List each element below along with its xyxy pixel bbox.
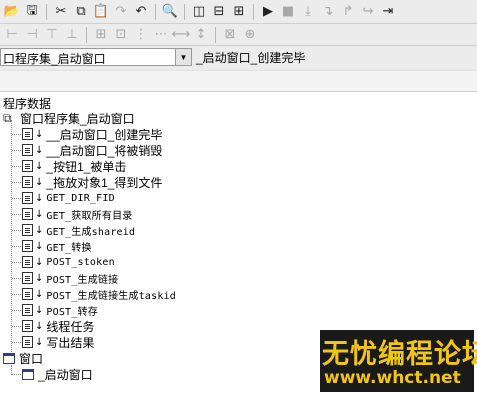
chevron-down-icon[interactable]: ▼ (175, 49, 191, 65)
subroutine-icon (22, 224, 33, 236)
center-vertical-icon[interactable]: ⊡ (111, 25, 131, 45)
subroutine-item[interactable]: ↓ _按钮1_被单击 (12, 158, 126, 174)
space-horizontal-icon[interactable]: ⋮ (131, 25, 151, 45)
redo-icon[interactable]: ↷ (111, 2, 131, 22)
subroutine-icon (22, 192, 33, 204)
subroutine-label: GET_DIR_FID (46, 192, 115, 204)
toolbar-separator (215, 26, 216, 43)
subroutine-item[interactable]: ↓ __启动窗口_创建完毕 (12, 126, 162, 142)
undo-icon[interactable]: ↶ (131, 2, 151, 22)
subroutine-icon (22, 240, 33, 252)
same-height-icon[interactable]: ↕ (191, 25, 211, 45)
space-vertical-icon[interactable]: ⋯ (151, 25, 171, 45)
watermark-url: www.whct.net (324, 368, 461, 388)
toolbar-separator (155, 3, 156, 20)
subroutine-label: _按钮1_被单击 (46, 159, 127, 174)
subroutine-item[interactable]: ↓ GET_DIR_FID (12, 190, 115, 206)
step-over-icon[interactable]: ↪ (358, 2, 378, 22)
align-top-icon[interactable]: ⊤ (42, 25, 62, 45)
main-toolbar: 📂 🖫 ✂ ⧉ 📋 ↷ ↶ 🔍 ◫ ⊟ ⊞ ▶ ■ ⤓ ↴ ↱ ↪ ⇥ (0, 0, 477, 24)
align-bottom-icon[interactable]: ⊥ (62, 25, 82, 45)
subroutine-icon (22, 336, 33, 348)
subroutine-label: __启动窗口_将被销毁 (46, 143, 163, 158)
subroutine-icon (22, 160, 33, 172)
window-list-icon[interactable]: ⊞ (229, 2, 249, 22)
subroutine-item[interactable]: ↓ __启动窗口_将被销毁 (12, 142, 162, 158)
alignment-toolbar: ⊢ ⊣ ⊤ ⊥ ⊞ ⊡ ⋮ ⋯ ⟷ ↕ ⊠ ⊕ (0, 24, 477, 46)
subroutine-icon (22, 208, 33, 220)
subroutine-label: 写出结果 (46, 335, 95, 350)
subroutine-label: _拖放对象1_得到文件 (46, 175, 163, 190)
subroutine-item[interactable]: ↓ 写出结果 (12, 334, 94, 350)
subroutine-icon (22, 128, 33, 140)
code-selector-bar: 口程序集_启动窗口 ▼ _启动窗口_创建完毕 (0, 46, 477, 70)
subroutine-label: GET_转换 (46, 242, 92, 254)
step-icon[interactable]: ⤓ (298, 2, 318, 22)
save-icon[interactable]: 🖫 (22, 2, 42, 22)
window-icon (3, 352, 15, 364)
copy-icon[interactable]: ⧉ (71, 2, 91, 22)
assembly-dropdown-value: 口程序集_启动窗口 (3, 52, 106, 66)
subroutine-icon (22, 144, 33, 156)
step-into-icon[interactable]: ↴ (318, 2, 338, 22)
subroutine-label: __启动窗口_创建完毕 (46, 127, 163, 142)
layout-icon[interactable]: ◫ (189, 2, 209, 22)
assembly-icon: ⧉ (3, 111, 12, 125)
watermark-title: 无忧编程论坛 (322, 339, 477, 370)
event-dropdown-value[interactable]: _启动窗口_创建完毕 (196, 49, 305, 66)
align-right-icon[interactable]: ⊣ (22, 25, 42, 45)
subroutine-item[interactable]: ↓ POST_生成链接生成taskid (12, 286, 176, 302)
subroutine-item[interactable]: ↓ POST_stoken (12, 254, 115, 270)
cut-icon[interactable]: ✂ (51, 2, 71, 22)
layout2-icon[interactable]: ⊟ (209, 2, 229, 22)
subroutine-label: POST_生成链接 (46, 274, 119, 286)
toolbar-separator (46, 3, 47, 20)
subroutine-icon (22, 304, 33, 316)
window-item[interactable]: _启动窗口 (12, 366, 93, 382)
window-item-label: _启动窗口 (38, 367, 93, 382)
windows-node-label: 窗口 (19, 351, 44, 366)
windows-node[interactable]: 窗口 (3, 350, 43, 366)
assembly-node-label: 窗口程序集_启动窗口 (20, 111, 135, 126)
subroutine-icon (22, 272, 33, 284)
subroutine-item[interactable]: ↓ 线程任务 (12, 318, 94, 334)
find-icon[interactable]: 🔍 (160, 2, 180, 22)
assembly-dropdown[interactable]: 口程序集_启动窗口 ▼ (0, 48, 192, 66)
subroutine-item[interactable]: ↓ POST_生成链接 (12, 270, 118, 286)
same-width-icon[interactable]: ⟷ (171, 25, 191, 45)
watermark-logo: 无忧编程论坛 www.whct.net (320, 330, 477, 392)
run-to-cursor-icon[interactable]: ⇥ (378, 2, 398, 22)
subroutine-icon (22, 176, 33, 188)
subroutine-item[interactable]: ↓ GET_转换 (12, 238, 92, 254)
run-icon[interactable]: ▶ (258, 2, 278, 22)
step-out-icon[interactable]: ↱ (338, 2, 358, 22)
subroutine-item[interactable]: ↓ GET_生成shareid (12, 222, 135, 238)
subroutine-label: GET_获取所有目录 (46, 210, 133, 222)
subroutine-icon (22, 288, 33, 300)
subroutine-item[interactable]: ↓ POST_转存 (12, 302, 98, 318)
subroutine-label: 线程任务 (46, 319, 95, 334)
subroutine-label: POST_stoken (46, 256, 115, 268)
subroutine-label: POST_生成链接生成taskid (46, 290, 177, 302)
toolbar-separator (86, 26, 87, 43)
subroutine-icon (22, 320, 33, 332)
align-left-icon[interactable]: ⊢ (2, 25, 22, 45)
assembly-node[interactable]: ⧉ 窗口程序集_启动窗口 (3, 110, 135, 126)
same-size-icon[interactable]: ⊠ (220, 25, 240, 45)
subroutine-label: POST_转存 (46, 306, 98, 318)
subroutine-label: GET_生成shareid (46, 226, 136, 238)
subroutine-icon (22, 256, 33, 268)
center-horizontal-icon[interactable]: ⊞ (91, 25, 111, 45)
spread-icon[interactable]: ⊕ (240, 25, 260, 45)
subroutine-item[interactable]: ↓ _拖放对象1_得到文件 (12, 174, 162, 190)
toolbar-separator (184, 3, 185, 20)
window-icon (22, 368, 34, 380)
empty-code-row (0, 70, 477, 92)
toolbar-separator (253, 3, 254, 20)
stop-icon[interactable]: ■ (278, 2, 298, 22)
open-folder-icon[interactable]: 📂 (2, 2, 22, 22)
paste-icon[interactable]: 📋 (91, 2, 111, 22)
subroutine-item[interactable]: ↓ GET_获取所有目录 (12, 206, 132, 222)
